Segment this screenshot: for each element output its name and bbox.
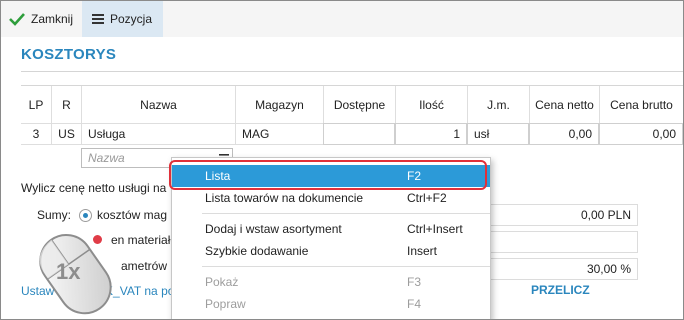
checkmark-icon: [9, 13, 25, 26]
row-cena-brutto[interactable]: 0,00: [599, 123, 683, 145]
row-nazwa[interactable]: Usługa: [81, 123, 235, 145]
menu-item-lista-towarow[interactable]: Lista towarów na dokumencie Ctrl+F2: [172, 187, 490, 209]
highlight-frame: [169, 160, 487, 190]
position-button[interactable]: Pozycja: [82, 1, 163, 37]
column-header-cena-netto[interactable]: Cena netto: [529, 86, 599, 123]
row-dostepne[interactable]: [323, 123, 395, 145]
menu-item-label: Pokaż: [205, 275, 239, 289]
items-table: LP R Nazwa Magazyn Dostępne Ilość J.m. C…: [21, 85, 683, 147]
menu-item-label: Lista towarów na dokumencie: [205, 191, 364, 205]
przelicz-button[interactable]: PRZELICZ: [531, 283, 590, 297]
menu-item-label: Szybkie dodawanie: [205, 244, 309, 258]
menu-item-shortcut: Ctrl+F2: [407, 191, 447, 205]
menu-item-szybkie-dodawanie[interactable]: Szybkie dodawanie Insert: [172, 240, 490, 262]
menu-separator: [202, 213, 490, 214]
row-r[interactable]: US: [51, 123, 81, 145]
menu-icon: [92, 14, 104, 24]
column-header-magazyn[interactable]: Magazyn: [235, 86, 323, 123]
column-header-lp[interactable]: LP: [21, 86, 51, 123]
value-field-3[interactable]: 30,00 %: [481, 258, 638, 280]
row-lp[interactable]: 3: [21, 123, 51, 145]
close-label: Zamknij: [31, 12, 74, 26]
menu-item-pokaz[interactable]: Pokaż F3: [172, 271, 490, 293]
menu-item-dodaj-wstaw[interactable]: Dodaj i wstaw asortyment Ctrl+Insert: [172, 218, 490, 240]
menu-item-shortcut: Insert: [407, 244, 438, 258]
menu-separator: [202, 266, 490, 267]
menu-item-shortcut: F4: [407, 297, 422, 311]
value-field-1[interactable]: 0,00 PLN: [481, 204, 638, 226]
column-header-cena-brutto[interactable]: Cena brutto: [599, 86, 683, 123]
column-header-ilosc[interactable]: Ilość: [395, 86, 467, 123]
row-jm[interactable]: usł: [467, 123, 529, 145]
window: Zamknij Pozycja KOSZTORYS LP R Nazwa Mag…: [0, 0, 684, 320]
sumy-label: Sumy:: [37, 208, 72, 222]
position-label: Pozycja: [110, 12, 153, 26]
column-header-dostepne[interactable]: Dostępne: [323, 86, 395, 123]
value-field-2[interactable]: [481, 231, 638, 253]
menu-item-label: Popraw: [205, 297, 246, 311]
wylicz-label: Wylicz cenę netto usługi na: [21, 181, 167, 195]
close-button[interactable]: Zamknij: [1, 1, 81, 37]
toolbar: Zamknij Pozycja: [1, 1, 683, 37]
menu-item-label: Dodaj i wstaw asortyment: [205, 222, 342, 236]
page-title: KOSZTORYS: [21, 46, 117, 63]
column-header-r[interactable]: R: [51, 86, 81, 123]
row-magazyn[interactable]: MAG: [235, 123, 323, 145]
menu-item-popraw[interactable]: Popraw F4: [172, 293, 490, 315]
menu-item-shortcut: F3: [407, 275, 422, 289]
row-ilosc[interactable]: 1: [395, 123, 467, 145]
column-header-jm[interactable]: J.m.: [467, 86, 529, 123]
column-header-nazwa[interactable]: Nazwa: [81, 86, 235, 123]
row-cena-netto[interactable]: 0,00: [529, 123, 599, 145]
menu-item-shortcut: Ctrl+Insert: [407, 222, 463, 236]
mouse-click-icon: 1x: [39, 234, 112, 315]
option-1-label: kosztów mag: [97, 208, 168, 222]
mouse-badge: 1x: [56, 259, 81, 284]
divider: [21, 71, 683, 72]
